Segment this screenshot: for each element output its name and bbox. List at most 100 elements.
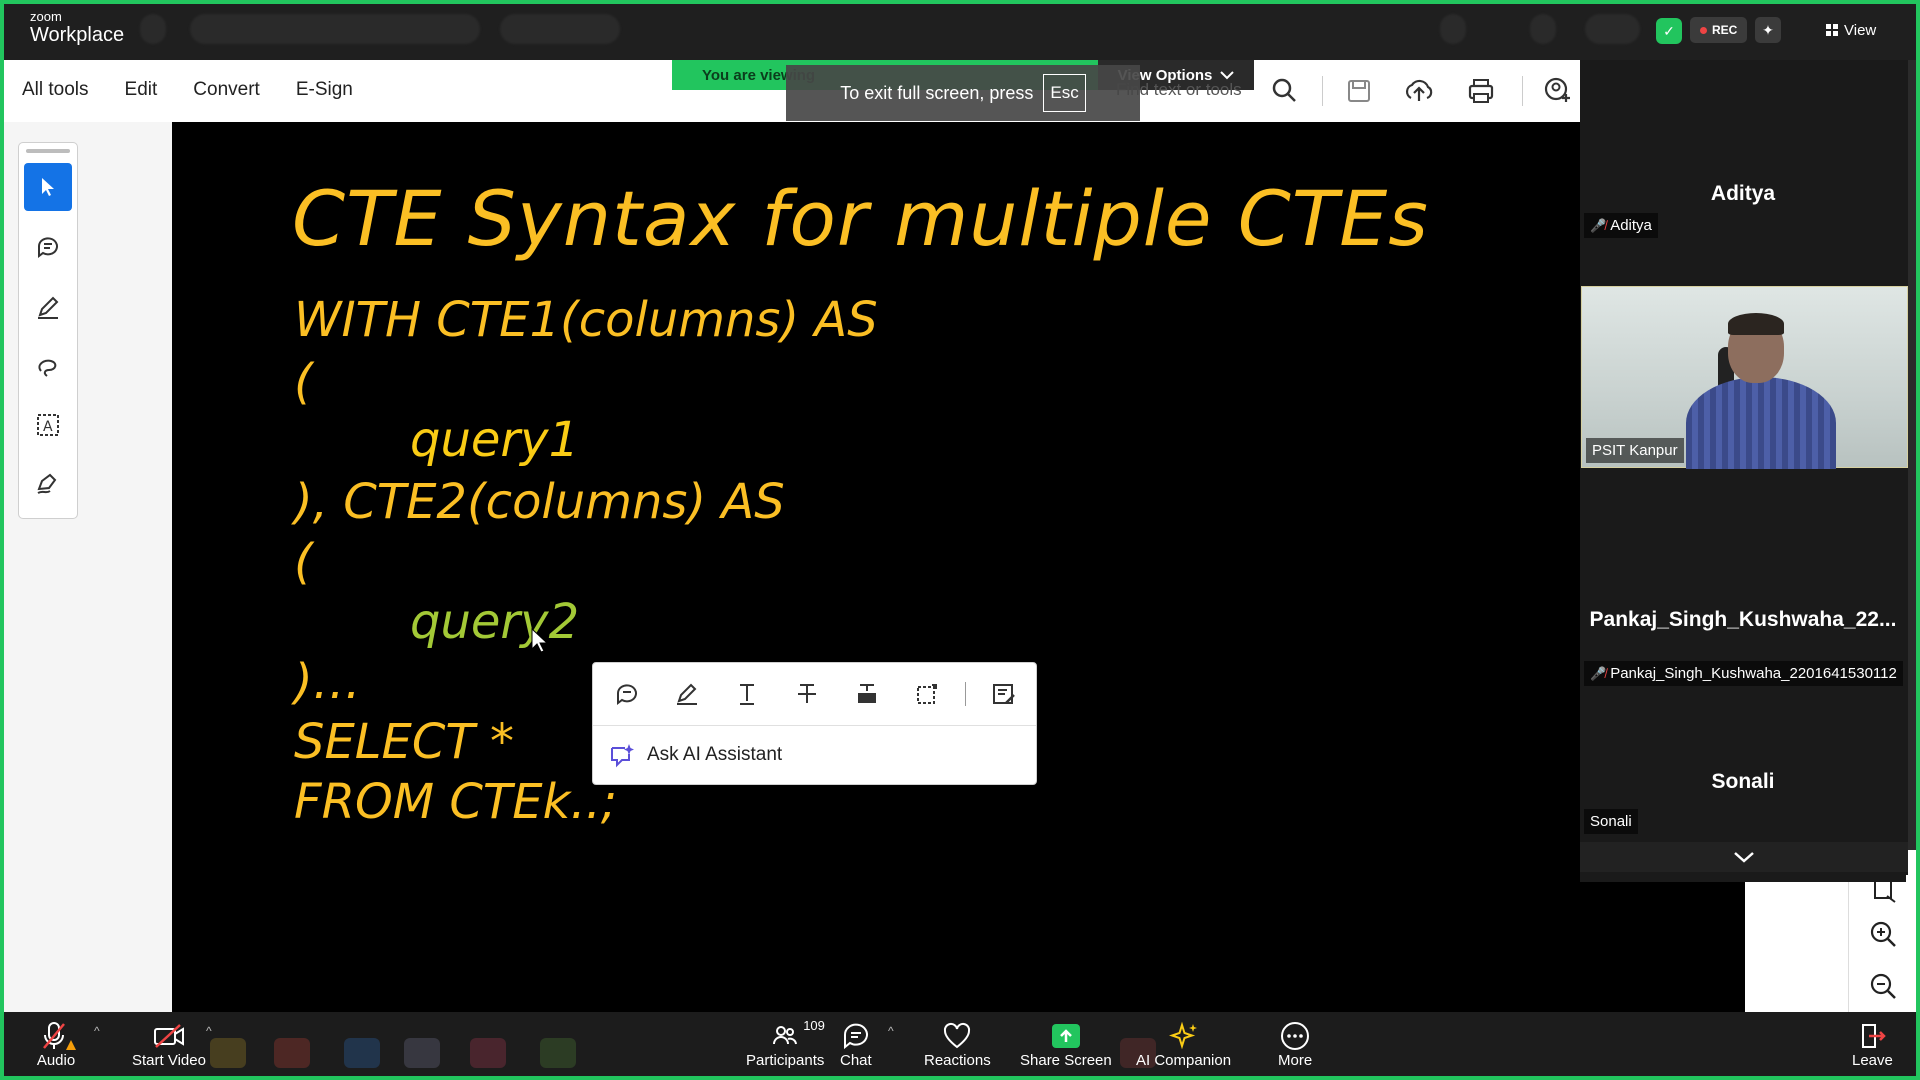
reactions-label: Reactions	[924, 1052, 991, 1069]
zoom-brand-small: zoom	[30, 9, 62, 24]
audio-label: Audio	[36, 1052, 76, 1069]
acrobat-menu: All tools Edit Convert E-Sign	[22, 79, 353, 101]
chat-button[interactable]: Chat	[840, 1020, 872, 1076]
cloud-upload-icon[interactable]	[1402, 74, 1436, 108]
popup-underline-button[interactable]	[725, 672, 769, 716]
text-box-icon: A	[37, 414, 59, 436]
blurred-icon	[1530, 14, 1556, 44]
popup-strikethrough-button[interactable]	[785, 672, 829, 716]
pdf-slide: CTE Syntax for multiple CTEs WITH CTE1(c…	[172, 122, 1745, 1012]
audio-button[interactable]: Audio	[36, 1020, 76, 1076]
comment-tool-button[interactable]	[24, 223, 72, 271]
code-line-cte2: ), CTE2(columns) AS	[294, 474, 785, 530]
menu-convert[interactable]: Convert	[193, 79, 260, 101]
participant-tile[interactable]: Pankaj_Singh_Kushwaha_22... 🎤̸ Pankaj_Si…	[1580, 470, 1906, 686]
code-line-with-cte1: WITH CTE1(columns) AS	[294, 292, 878, 348]
pen-icon	[38, 296, 59, 319]
ai-sparkle-icon[interactable]: ✦	[1755, 17, 1781, 43]
menu-edit[interactable]: Edit	[125, 79, 158, 101]
text-box-tool-button[interactable]: A	[24, 401, 72, 449]
zoom-in-icon[interactable]	[1867, 918, 1901, 952]
save-icon[interactable]	[1342, 74, 1376, 108]
ai-sparkle-icon	[1168, 1021, 1197, 1050]
participant-label: 🎤̸ Pankaj_Singh_Kushwaha_2201641530112	[1584, 661, 1903, 686]
select-tool-button[interactable]	[24, 163, 72, 211]
participants-gallery: Aditya 🎤̸ Aditya PSIT Kanpur Pankaj_Sing…	[1580, 60, 1908, 882]
start-video-button[interactable]: Start Video	[132, 1020, 206, 1076]
zoom-out-icon[interactable]	[1867, 970, 1901, 1004]
leave-label: Leave	[1852, 1052, 1893, 1069]
menu-all-tools[interactable]: All tools	[22, 79, 89, 101]
more-label: More	[1278, 1052, 1313, 1069]
popup-comment-button[interactable]	[605, 672, 649, 716]
blurred-history-icon	[140, 14, 166, 44]
participant-label-text: PSIT Kanpur	[1592, 442, 1678, 459]
person-hair-image	[1728, 313, 1784, 335]
comment-icon	[38, 237, 58, 258]
highlight-tool-button[interactable]	[24, 283, 72, 331]
popup-highlight-button[interactable]	[665, 672, 709, 716]
sign-tool-button[interactable]	[24, 459, 72, 507]
popup-select-area-button[interactable]	[905, 672, 949, 716]
search-icon[interactable]	[1268, 74, 1302, 108]
drag-grip[interactable]	[26, 149, 70, 153]
code-line-query2: query2	[410, 594, 580, 650]
dashed-select-icon	[917, 684, 937, 704]
code-line-select: SELECT *	[294, 714, 514, 770]
chevron-down-icon	[1734, 852, 1754, 863]
leave-door-icon	[1862, 1024, 1887, 1048]
toast-text: To exit full screen, press	[840, 82, 1034, 103]
grid-icon	[1826, 24, 1838, 36]
share-screen-button[interactable]: Share Screen	[1020, 1020, 1112, 1076]
ai-companion-button[interactable]: AI Companion	[1136, 1020, 1231, 1076]
draw-tool-button[interactable]	[24, 343, 72, 391]
popup-redact-button[interactable]	[845, 672, 889, 716]
more-button[interactable]: More	[1278, 1020, 1312, 1076]
chat-options-caret[interactable]: ^	[888, 1024, 894, 1038]
share-user-icon[interactable]	[1540, 74, 1574, 108]
mouse-cursor-icon	[531, 627, 549, 653]
share-screen-icon	[1051, 1024, 1080, 1048]
strikethrough-icon	[798, 684, 816, 703]
participant-label: 🎤̸ Aditya	[1584, 213, 1658, 238]
redact-icon	[858, 684, 876, 703]
audio-options-caret[interactable]: ^	[94, 1024, 100, 1038]
menu-esign[interactable]: E-Sign	[296, 79, 353, 101]
view-layout-button[interactable]: View	[1826, 17, 1876, 43]
page-margin-area	[1745, 870, 1848, 1012]
participant-label-text: Sonali	[1590, 813, 1632, 830]
ask-ai-assistant-button[interactable]: Ask AI Assistant	[593, 726, 1036, 784]
signature-pen-icon	[37, 473, 57, 494]
edit-document-icon	[993, 684, 1015, 704]
zoom-meeting-controls: Audio ^ Start Video ^ 109 Participants C…	[0, 1012, 1920, 1080]
chat-bubble-icon	[843, 1023, 868, 1050]
participant-video-tile[interactable]: PSIT Kanpur	[1581, 286, 1908, 469]
blurred-taskbar-icon	[274, 1038, 310, 1068]
security-shield-icon[interactable]: ✓	[1656, 18, 1682, 44]
participants-button[interactable]: 109 Participants	[746, 1018, 825, 1076]
participant-tile[interactable]: Aditya 🎤̸ Aditya	[1580, 60, 1906, 242]
print-icon[interactable]	[1464, 74, 1498, 108]
reactions-button[interactable]: Reactions	[924, 1020, 991, 1076]
more-dots-icon	[1281, 1022, 1310, 1050]
microphone-muted-icon	[43, 1022, 76, 1050]
ai-companion-label: AI Companion	[1136, 1052, 1232, 1069]
quick-tools-strip: A	[18, 142, 78, 519]
leave-meeting-button[interactable]: Leave	[1852, 1020, 1893, 1076]
heart-icon	[944, 1022, 971, 1049]
video-options-caret[interactable]: ^	[206, 1024, 212, 1038]
esc-key-hint: Esc	[1043, 74, 1086, 112]
toolbar-divider	[1322, 76, 1323, 106]
person-body-image	[1686, 377, 1836, 469]
popup-edit-text-button[interactable]	[982, 672, 1026, 716]
participant-label-text: Aditya	[1610, 217, 1652, 234]
gallery-scroll-down-button[interactable]	[1580, 842, 1908, 872]
blurred-taskbar-icon	[540, 1038, 576, 1068]
highlighter-icon	[677, 683, 697, 705]
ai-assistant-icon	[611, 744, 634, 768]
blurred-search-box	[500, 14, 620, 44]
recording-badge[interactable]: REC	[1690, 17, 1748, 43]
mic-muted-icon: 🎤̸	[1590, 217, 1607, 233]
code-line-query1: query1	[410, 412, 580, 468]
comment-icon	[617, 684, 637, 705]
